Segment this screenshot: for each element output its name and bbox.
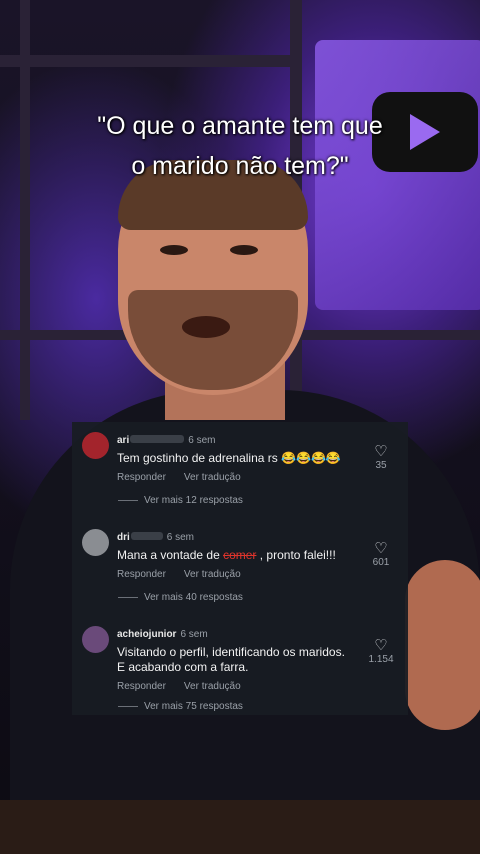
comments-overlay: ari 6 sem Tem gostinho de adrenalina rs 😂… — [72, 422, 408, 715]
comment-text-struck: comer — [223, 548, 257, 562]
person-eye — [160, 245, 188, 255]
comment-text-part: , pronto falei!!! — [256, 548, 336, 562]
username-mask — [130, 434, 185, 443]
reply-button[interactable]: Responder — [117, 472, 166, 483]
heart-icon[interactable]: ♡ — [366, 638, 396, 654]
like-count: 1.154 — [368, 654, 394, 665]
like-button[interactable]: ♡ 601 — [366, 541, 396, 569]
person-mouth — [182, 316, 230, 338]
comment-text-line: E acabando com a farra. — [117, 660, 249, 674]
person-eye — [230, 245, 258, 255]
shelf-post — [20, 0, 30, 420]
view-more-replies[interactable]: Ver mais 75 respostas — [144, 701, 243, 712]
heart-icon[interactable]: ♡ — [366, 444, 396, 460]
avatar[interactable] — [82, 529, 109, 556]
comment-text-line: Visitando o perfil, identificando os mar… — [117, 645, 345, 659]
desk — [0, 800, 480, 854]
like-button[interactable]: ♡ 1.154 — [366, 638, 396, 666]
shelf — [0, 55, 300, 67]
comment-time: 6 sem — [166, 532, 195, 543]
comment-text: Tem gostinho de adrenalina rs 😂😂😂😂 — [117, 451, 341, 465]
like-count: 35 — [375, 460, 387, 471]
comment-time: 6 sem — [188, 435, 216, 446]
like-count: 601 — [372, 557, 390, 568]
avatar[interactable] — [82, 432, 109, 459]
comment-username[interactable]: ari — [117, 435, 129, 446]
view-more-replies[interactable]: Ver mais 12 respostas — [144, 495, 243, 506]
comment-text: Visitando o perfil, identificando os mar… — [117, 645, 345, 675]
comment-text-part: Mana a vontade de — [117, 548, 224, 562]
translate-button[interactable]: Ver tradução — [184, 681, 241, 692]
username-mask — [130, 531, 163, 540]
comment-username[interactable]: dri — [117, 532, 130, 543]
comment-text: Mana a vontade de comer , pronto falei!!… — [117, 548, 336, 563]
translate-button[interactable]: Ver tradução — [184, 569, 241, 580]
translate-button[interactable]: Ver tradução — [184, 472, 241, 483]
comment-time: 6 sem — [180, 629, 208, 640]
view-more-replies[interactable]: Ver mais 40 respostas — [144, 592, 243, 603]
heart-icon[interactable]: ♡ — [366, 541, 396, 557]
video-caption-line-1: "O que o amante tem que — [97, 112, 383, 140]
avatar[interactable] — [82, 626, 109, 653]
comment-username[interactable]: acheiojunior — [117, 629, 176, 640]
video-caption-line-2: o marido não tem?" — [131, 152, 349, 180]
reply-button[interactable]: Responder — [117, 569, 166, 580]
like-button[interactable]: ♡ 35 — [366, 444, 396, 472]
reply-button[interactable]: Responder — [117, 681, 166, 692]
person-hand — [405, 560, 480, 730]
